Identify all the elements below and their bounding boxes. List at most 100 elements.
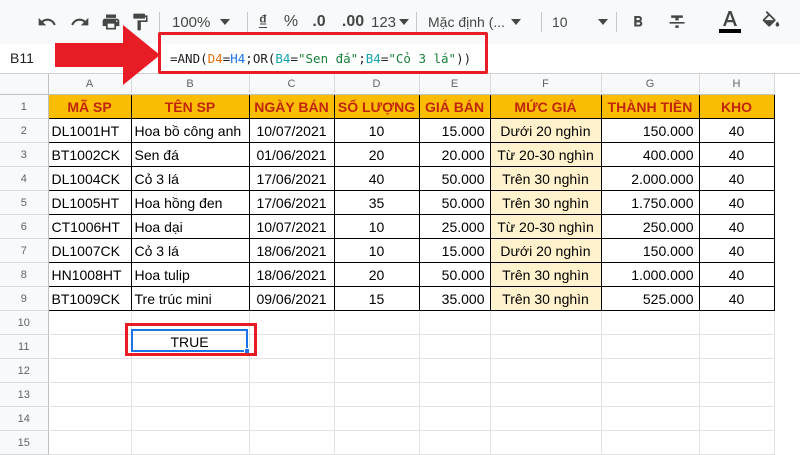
empty-cell[interactable] bbox=[490, 334, 602, 359]
data-cell[interactable]: DL1004CK bbox=[47, 166, 132, 191]
data-cell[interactable]: 10 bbox=[333, 238, 420, 263]
empty-cell[interactable] bbox=[249, 310, 335, 335]
empty-cell[interactable] bbox=[699, 382, 775, 407]
empty-cell[interactable] bbox=[334, 310, 420, 335]
row-header[interactable]: 11 bbox=[0, 334, 49, 359]
fill-color-icon[interactable] bbox=[758, 0, 784, 44]
empty-cell[interactable] bbox=[131, 358, 250, 383]
data-cell[interactable]: 150.000 bbox=[600, 118, 700, 143]
data-cell[interactable]: 40 bbox=[698, 118, 775, 143]
data-cell[interactable]: 40 bbox=[698, 190, 775, 215]
row-header[interactable]: 13 bbox=[0, 382, 49, 407]
data-cell[interactable]: Dưới 20 nghìn bbox=[489, 118, 602, 143]
empty-cell[interactable] bbox=[334, 358, 420, 383]
spreadsheet-grid[interactable]: ABCDEFGH 1 MÃ SP TÊN SP NGÀY BÁN SỐ LƯỢNG GIÁ… bbox=[0, 74, 775, 455]
empty-cell[interactable] bbox=[48, 358, 132, 383]
data-cell[interactable]: Hoa bồ công anh bbox=[130, 118, 250, 143]
empty-cell[interactable] bbox=[131, 406, 250, 431]
empty-cell[interactable] bbox=[490, 310, 602, 335]
data-cell[interactable]: Trên 30 nghìn bbox=[489, 190, 602, 215]
empty-cell[interactable] bbox=[490, 358, 602, 383]
row-header[interactable]: 8 bbox=[0, 262, 49, 287]
empty-cell[interactable] bbox=[699, 334, 775, 359]
data-cell[interactable]: BT1002CK bbox=[47, 142, 132, 167]
data-cell[interactable]: 50.000 bbox=[418, 190, 491, 215]
data-cell[interactable]: DL1005HT bbox=[47, 190, 132, 215]
header-cell[interactable]: THÀNH TIỀN bbox=[600, 94, 700, 119]
row-header[interactable]: 6 bbox=[0, 214, 49, 239]
data-cell[interactable]: 35.000 bbox=[418, 286, 491, 311]
data-cell[interactable]: 20 bbox=[333, 142, 420, 167]
data-cell[interactable]: 09/06/2021 bbox=[248, 286, 335, 311]
header-cell[interactable]: MỨC GIÁ bbox=[489, 94, 602, 119]
data-cell[interactable]: 18/06/2021 bbox=[248, 262, 335, 287]
empty-cell[interactable] bbox=[249, 382, 335, 407]
empty-cell[interactable] bbox=[249, 430, 335, 455]
row-header[interactable]: 4 bbox=[0, 166, 49, 191]
data-cell[interactable]: 40 bbox=[698, 262, 775, 287]
data-cell[interactable]: 10/07/2021 bbox=[248, 214, 335, 239]
header-cell[interactable]: MÃ SP bbox=[47, 94, 132, 119]
row-header[interactable]: 9 bbox=[0, 286, 49, 311]
data-cell[interactable]: 250.000 bbox=[600, 214, 700, 239]
header-cell[interactable]: GIÁ BÁN bbox=[418, 94, 491, 119]
column-header-f[interactable]: F bbox=[490, 74, 602, 95]
data-cell[interactable]: 17/06/2021 bbox=[248, 190, 335, 215]
empty-cell[interactable] bbox=[131, 430, 250, 455]
text-color-icon[interactable] bbox=[717, 0, 743, 44]
data-cell[interactable]: 01/06/2021 bbox=[248, 142, 335, 167]
data-cell[interactable]: Hoa tulip bbox=[130, 262, 250, 287]
data-cell[interactable]: 40 bbox=[333, 166, 420, 191]
column-header-e[interactable]: E bbox=[419, 74, 491, 95]
empty-cell[interactable] bbox=[48, 382, 132, 407]
data-cell[interactable]: 40 bbox=[698, 286, 775, 311]
empty-cell[interactable] bbox=[48, 310, 132, 335]
data-cell[interactable]: 20.000 bbox=[418, 142, 491, 167]
empty-cell[interactable] bbox=[601, 310, 700, 335]
empty-cell[interactable] bbox=[419, 310, 491, 335]
empty-cell[interactable] bbox=[601, 382, 700, 407]
row-header[interactable]: 15 bbox=[0, 430, 49, 455]
column-header-d[interactable]: D bbox=[334, 74, 420, 95]
empty-cell[interactable] bbox=[249, 358, 335, 383]
data-cell[interactable]: DL1007CK bbox=[47, 238, 132, 263]
empty-cell[interactable] bbox=[419, 382, 491, 407]
empty-cell[interactable] bbox=[699, 310, 775, 335]
strikethrough-icon[interactable] bbox=[665, 0, 689, 44]
empty-cell[interactable] bbox=[601, 358, 700, 383]
data-cell[interactable]: 18/06/2021 bbox=[248, 238, 335, 263]
data-cell[interactable]: Cỏ 3 lá bbox=[130, 238, 250, 263]
data-cell[interactable]: 40 bbox=[698, 166, 775, 191]
data-cell[interactable]: 40 bbox=[698, 142, 775, 167]
empty-cell[interactable] bbox=[699, 358, 775, 383]
data-cell[interactable]: 17/06/2021 bbox=[248, 166, 335, 191]
column-header-g[interactable]: G bbox=[601, 74, 700, 95]
row-header[interactable]: 10 bbox=[0, 310, 49, 335]
empty-cell[interactable] bbox=[48, 334, 132, 359]
font-size-select[interactable]: 10 bbox=[552, 0, 612, 44]
empty-cell[interactable] bbox=[131, 382, 250, 407]
data-cell[interactable]: Hoa dại bbox=[130, 214, 250, 239]
row-header[interactable]: 2 bbox=[0, 118, 49, 143]
empty-cell[interactable] bbox=[601, 406, 700, 431]
column-header-c[interactable]: C bbox=[249, 74, 335, 95]
data-cell[interactable]: 15.000 bbox=[418, 238, 491, 263]
data-cell[interactable]: 1.000.000 bbox=[600, 262, 700, 287]
row-header[interactable]: 5 bbox=[0, 190, 49, 215]
data-cell[interactable]: 150.000 bbox=[600, 238, 700, 263]
data-cell[interactable]: 10/07/2021 bbox=[248, 118, 335, 143]
data-cell[interactable]: Trên 30 nghìn bbox=[489, 262, 602, 287]
data-cell[interactable]: 25.000 bbox=[418, 214, 491, 239]
empty-cell[interactable] bbox=[334, 430, 420, 455]
empty-cell[interactable] bbox=[490, 406, 602, 431]
data-cell[interactable]: CT1006HT bbox=[47, 214, 132, 239]
data-cell[interactable]: 40 bbox=[698, 238, 775, 263]
empty-cell[interactable] bbox=[419, 358, 491, 383]
data-cell[interactable]: 2.000.000 bbox=[600, 166, 700, 191]
data-cell[interactable]: Trên 30 nghìn bbox=[489, 166, 602, 191]
data-cell[interactable]: 35 bbox=[333, 190, 420, 215]
data-cell[interactable]: Hoa hồng đen bbox=[130, 190, 250, 215]
data-cell[interactable]: 15.000 bbox=[418, 118, 491, 143]
header-cell[interactable]: KHO bbox=[698, 94, 775, 119]
data-cell[interactable]: 10 bbox=[333, 214, 420, 239]
